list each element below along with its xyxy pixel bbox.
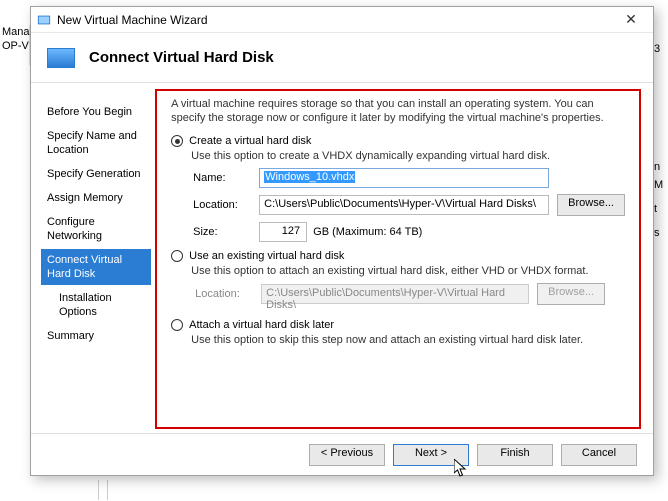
- wizard-sidebar: Before You Begin Specify Name and Locati…: [31, 83, 155, 433]
- location-label-disabled: Location:: [195, 288, 253, 300]
- option-label: Attach a virtual hard disk later: [189, 319, 334, 331]
- option-hint: Use this option to attach an existing vi…: [191, 265, 625, 277]
- step-summary[interactable]: Summary: [41, 325, 151, 347]
- app-icon: [37, 13, 51, 27]
- step-before-you-begin[interactable]: Before You Begin: [41, 101, 151, 123]
- bg-text: 3: [654, 40, 668, 58]
- step-installation-options[interactable]: Installation Options: [41, 287, 151, 323]
- background-window-right: 3 n M t s: [653, 40, 668, 242]
- bg-text: Manag: [0, 25, 29, 39]
- size-label: Size:: [193, 226, 251, 238]
- step-configure-networking[interactable]: Configure Networking: [41, 211, 151, 247]
- background-line: [98, 480, 108, 500]
- name-value: Windows_10.vhdx: [264, 171, 355, 183]
- wizard-window: New Virtual Machine Wizard ✕ Connect Vir…: [30, 6, 654, 476]
- name-label: Name:: [193, 172, 251, 184]
- close-icon[interactable]: ✕: [615, 11, 647, 28]
- option-create-disk: Create a virtual hard disk Use this opti…: [171, 135, 625, 242]
- step-connect-virtual-hard-disk[interactable]: Connect Virtual Hard Disk: [41, 249, 151, 285]
- option-label: Create a virtual hard disk: [189, 135, 311, 147]
- cancel-button[interactable]: Cancel: [561, 444, 637, 466]
- step-assign-memory[interactable]: Assign Memory: [41, 187, 151, 209]
- step-specify-generation[interactable]: Specify Generation: [41, 163, 151, 185]
- bg-text: OP-V: [0, 39, 29, 53]
- wizard-footer: < Previous Next > Finish Cancel: [31, 433, 653, 475]
- wizard-header: Connect Virtual Hard Disk: [31, 33, 653, 83]
- location-label: Location:: [193, 199, 251, 211]
- next-button[interactable]: Next >: [393, 444, 469, 466]
- size-unit: GB (Maximum: 64 TB): [313, 226, 422, 238]
- option-hint: Use this option to skip this step now an…: [191, 334, 625, 346]
- name-field[interactable]: Windows_10.vhdx: [259, 168, 549, 188]
- previous-button[interactable]: < Previous: [309, 444, 385, 466]
- create-disk-form: Name: Windows_10.vhdx Location: C:\Users…: [193, 168, 625, 242]
- background-window-left: Manag OP-V: [0, 25, 30, 65]
- option-existing-disk: Use an existing virtual hard disk Use th…: [171, 250, 625, 305]
- bg-text: n M: [654, 158, 668, 194]
- header-icon: [47, 48, 75, 68]
- browse-button-disabled: Browse...: [537, 283, 605, 305]
- page-title: Connect Virtual Hard Disk: [89, 49, 274, 66]
- radio-create-disk[interactable]: [171, 135, 183, 147]
- size-field[interactable]: 127: [259, 222, 307, 242]
- location-field[interactable]: C:\Users\Public\Documents\Hyper-V\Virtua…: [259, 195, 549, 215]
- location-field-disabled: C:\Users\Public\Documents\Hyper-V\Virtua…: [261, 284, 529, 304]
- wizard-content: A virtual machine requires storage so th…: [155, 83, 653, 433]
- option-hint: Use this option to create a VHDX dynamic…: [191, 150, 625, 162]
- finish-button[interactable]: Finish: [477, 444, 553, 466]
- page-description: A virtual machine requires storage so th…: [171, 97, 625, 125]
- step-specify-name-location[interactable]: Specify Name and Location: [41, 125, 151, 161]
- window-title: New Virtual Machine Wizard: [57, 13, 615, 27]
- option-label: Use an existing virtual hard disk: [189, 250, 344, 262]
- radio-attach-later[interactable]: [171, 319, 183, 331]
- titlebar[interactable]: New Virtual Machine Wizard ✕: [31, 7, 653, 33]
- wizard-body: Before You Begin Specify Name and Locati…: [31, 83, 653, 433]
- option-attach-later: Attach a virtual hard disk later Use thi…: [171, 319, 625, 346]
- bg-text: s: [654, 224, 668, 242]
- radio-existing-disk[interactable]: [171, 250, 183, 262]
- bg-text: t: [654, 200, 668, 218]
- browse-button[interactable]: Browse...: [557, 194, 625, 216]
